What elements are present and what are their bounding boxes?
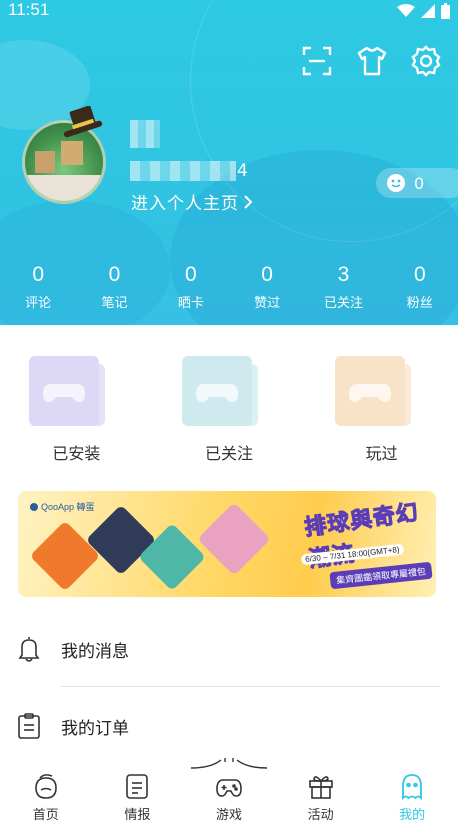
bell-icon [18,637,40,662]
nav-home[interactable]: 首页 [0,762,92,823]
shortcut-played[interactable]: 玩过 [305,352,458,464]
shortcut-followed[interactable]: 已关注 [153,352,306,464]
stat-label: 赞过 [254,296,281,311]
card-stack [334,356,429,428]
shortcut-label: 已安装 [52,444,101,463]
profile-header: 11:51 4 进入个人主页 0 0 评论 0 笔记 0 晒卡 0 赞过 3 已… [0,0,458,325]
stat-value: 0 [184,263,197,286]
stat-label: 评论 [25,296,52,311]
qooapp-logo-icon [30,502,38,511]
scan-icon[interactable] [300,44,334,78]
nav-news[interactable]: 情报 [92,762,184,823]
stat-label: 已关注 [323,296,363,311]
nav-events[interactable]: 活动 [275,762,367,823]
signal-icon [421,4,435,18]
stat-following[interactable]: 3 已关注 [305,262,381,311]
divider [60,686,440,687]
clipboard-icon [18,713,40,739]
stat-label: 粉丝 [406,296,433,311]
coin-value: 0 [414,173,425,193]
card-stack [182,356,276,428]
stat-comments[interactable]: 0 评论 [0,262,76,311]
nav-games[interactable]: 游戏 [183,758,275,823]
card-front [334,356,405,426]
news-icon [126,774,149,799]
avatar-figure-left [35,151,55,173]
chevron-right-icon [244,194,253,209]
tshirt-icon[interactable] [355,44,389,78]
avatar-figure-right [61,141,83,165]
stat-label: 晒卡 [177,296,204,311]
stat-label: 笔记 [101,296,128,311]
gear-icon[interactable] [409,44,443,78]
shortcut-label: 已关注 [205,444,254,463]
shortcut-installed[interactable]: 已安装 [0,352,153,464]
stats-row: 0 评论 0 笔记 0 晒卡 0 赞过 3 已关注 0 粉丝 [0,262,458,311]
homepage-link[interactable]: 进入个人主页 [131,189,253,214]
homepage-link-label: 进入个人主页 [131,194,239,214]
profile-ghost-icon [402,774,423,800]
stat-value: 3 [337,263,350,286]
nav-mine[interactable]: 我的 [366,762,458,823]
nav-label: 游戏 [215,808,242,823]
card-stack [29,356,123,428]
username-blurred [130,120,160,148]
nav-label: 活动 [307,808,334,823]
game-shortcuts: 已安装 已关注 玩过 [0,352,458,464]
top-hat-icon [63,106,103,138]
gamepad-icon [348,384,391,402]
status-time: 11:51 [8,0,50,19]
shortcut-label: 玩过 [365,444,398,463]
status-icons [397,3,450,19]
list-item-messages[interactable]: 我的消息 [0,619,458,679]
list-item-orders[interactable]: 我的订单 [0,696,458,756]
coin-balance[interactable]: 0 [376,168,458,198]
gamepad-icon [43,384,86,402]
gamepad-icon [196,384,238,402]
home-mascot-icon [34,774,57,799]
banner-logo-text: QooApp 轉蛋 [41,502,95,512]
battery-icon [441,3,450,19]
stat-value: 0 [32,263,44,286]
stat-fans[interactable]: 0 粉丝 [382,262,458,311]
bottom-nav: 首页 情报 游戏 活动 我的 [0,758,458,823]
gamepad-icon [216,779,242,797]
event-banner[interactable]: QooApp 轉蛋 排球與奇幻潮流 6/30 ~ 7/31 18:00(GMT+… [18,491,436,597]
nav-label: 情报 [124,808,151,823]
user-id-suffix: 4 [237,161,248,181]
card-front [182,356,252,426]
nav-label: 首页 [32,808,59,823]
tab-arc-icon [190,758,267,769]
nav-label: 我的 [399,808,426,823]
list-item-label: 我的订单 [61,718,129,739]
user-id-row: 4 [130,160,248,182]
wifi-icon [397,4,415,17]
status-bar: 11:51 [0,0,458,24]
smiley-coin-icon [387,174,405,192]
user-id-blurred [130,161,236,181]
stat-notes[interactable]: 0 笔记 [76,262,152,311]
stat-value: 0 [261,263,273,286]
banner-logo: QooApp 轉蛋 [30,500,95,513]
avatar-flowers [25,175,103,201]
stat-cards[interactable]: 0 晒卡 [153,262,229,311]
stat-liked[interactable]: 0 赞过 [229,262,305,311]
list-item-label: 我的消息 [61,641,129,662]
gift-icon [308,776,333,799]
card-front [29,356,100,426]
banner-character-1 [29,520,101,592]
stat-value: 0 [413,263,426,286]
stat-value: 0 [108,263,121,286]
banner-character-4 [197,502,271,576]
